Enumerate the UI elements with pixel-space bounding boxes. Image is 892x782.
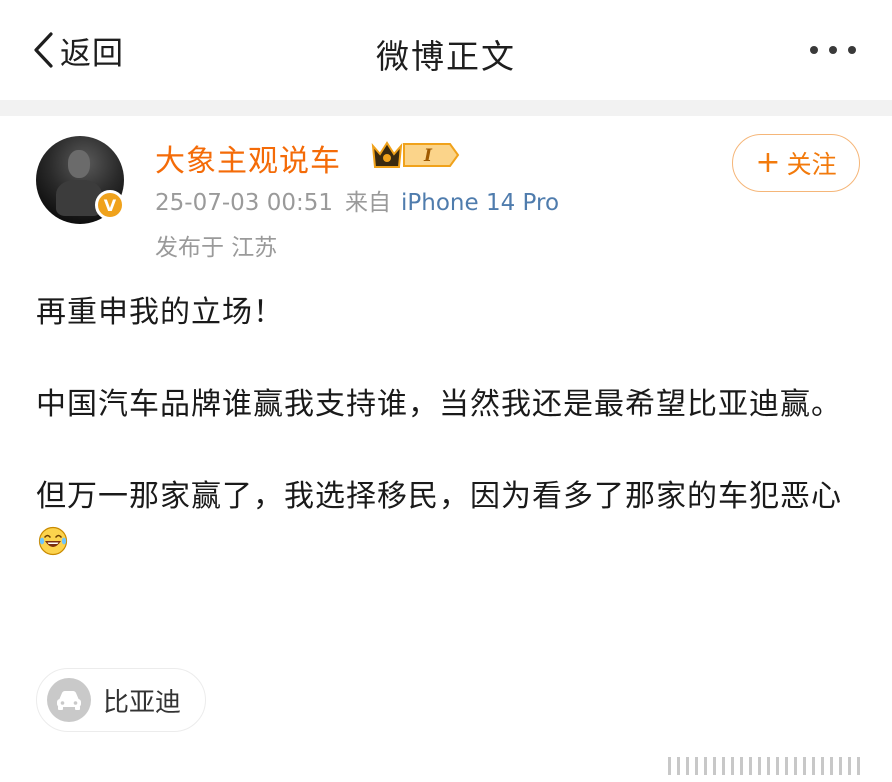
plus-icon: + <box>755 145 781 180</box>
vip-crown-badge-icon: I <box>371 141 460 168</box>
more-dot-icon <box>829 46 837 54</box>
post-paragraph-text: 但万一那家赢了，我选择移民，因为看多了那家的车犯恶心 <box>36 479 842 514</box>
top-nav-bar: 返回 微博正文 <box>0 0 892 100</box>
post-card: V 大象主观说车 I 25-07-03 00:51 来自 iPhone 14 Pro… <box>0 116 892 782</box>
follow-label: 关注 <box>786 150 837 179</box>
post-timestamp: 25-07-03 00:51 <box>155 190 333 216</box>
post-paragraph: 再重申我的立场！ <box>36 295 284 330</box>
laughing-tears-emoji-icon <box>38 526 68 556</box>
post-location: 发布于 江苏 <box>155 235 278 261</box>
follow-button[interactable]: + 关注 <box>732 134 860 192</box>
more-options-button[interactable] <box>810 46 856 54</box>
more-dot-icon <box>810 46 818 54</box>
post-paragraph: 中国汽车品牌谁赢我支持谁，当然我还是最希望比亚迪赢。 <box>36 387 842 422</box>
post-device[interactable]: iPhone 14 Pro <box>401 190 559 216</box>
post-paragraph: 但万一那家赢了，我选择移民，因为看多了那家的车犯恶心 <box>36 474 856 566</box>
section-divider <box>0 100 892 116</box>
post-content: 再重申我的立场！ 中国汽车品牌谁赢我支持谁，当然我还是最希望比亚迪赢。 但万一那… <box>36 290 856 566</box>
author-name[interactable]: 大象主观说车 <box>155 136 341 180</box>
watermark <box>668 757 860 775</box>
vip-level-text: I <box>423 146 433 166</box>
verified-badge: V <box>95 190 125 220</box>
from-label: 来自 <box>345 190 391 216</box>
more-dot-icon <box>848 46 856 54</box>
page-title: 微博正文 <box>376 37 516 76</box>
topic-label: 比亚迪 <box>103 687 182 718</box>
post-meta: 25-07-03 00:51 来自 iPhone 14 Pro <box>155 183 559 217</box>
car-icon <box>47 678 91 722</box>
topic-chip[interactable]: 比亚迪 <box>36 668 207 732</box>
